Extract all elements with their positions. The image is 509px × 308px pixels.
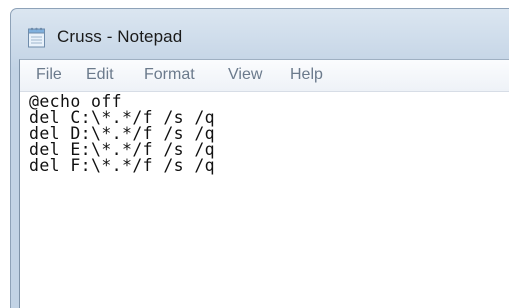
menu-format[interactable]: Format: [144, 66, 195, 84]
menu-help[interactable]: Help: [290, 66, 323, 84]
window-title: Cruss - Notepad: [57, 27, 183, 46]
menu-file[interactable]: File: [36, 66, 62, 84]
editor-line: del F:\*.*/f /s /q: [29, 156, 216, 175]
title-bar[interactable]: Cruss - Notepad: [11, 9, 509, 59]
menu-bar: File Edit Format View Help: [20, 60, 509, 92]
text-editor[interactable]: @echo off del C:\*.*/f /s /q del D:\*.*/…: [20, 92, 509, 308]
notepad-window: Cruss - Notepad File Edit Format View He…: [10, 8, 509, 308]
notepad-icon[interactable]: [27, 26, 47, 48]
menu-view[interactable]: View: [228, 66, 262, 84]
client-area: File Edit Format View Help @echo off del…: [19, 59, 509, 308]
menu-edit[interactable]: Edit: [86, 66, 114, 84]
